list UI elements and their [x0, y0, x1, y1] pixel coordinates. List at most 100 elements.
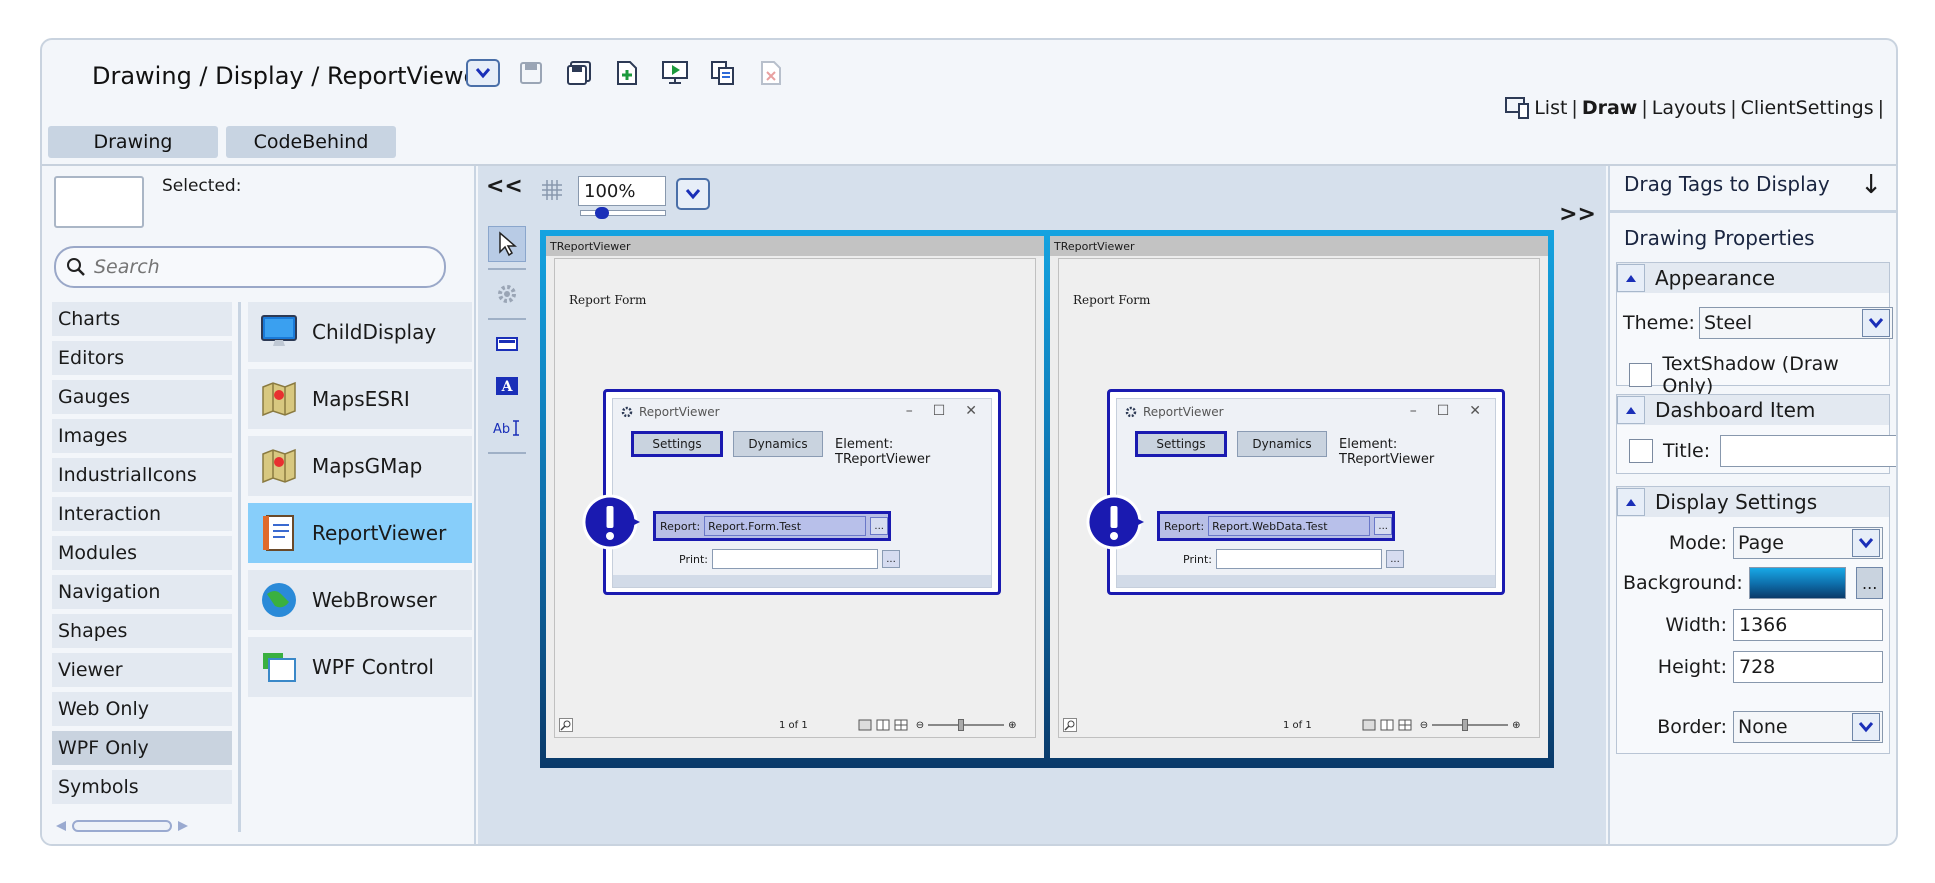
tab-codebehind[interactable]: CodeBehind	[226, 126, 396, 158]
report-input[interactable]: Report.Form.Test	[704, 516, 867, 536]
appearance-header[interactable]: Appearance	[1617, 263, 1889, 293]
save-button[interactable]	[514, 56, 548, 90]
settings-dialog[interactable]: ReportViewer – ☐ ✕ Settings Dynamics Ele…	[1086, 389, 1505, 595]
new-document-button[interactable]	[610, 56, 644, 90]
category-item[interactable]: Modules	[52, 536, 232, 570]
print-browse-button[interactable]: ...	[1386, 550, 1405, 568]
expand-right-button[interactable]: >>	[1559, 202, 1596, 227]
settings-dialog[interactable]: ReportViewer – ☐ ✕ Settings Dynamics Ele…	[582, 389, 1001, 595]
theme-select[interactable]: Steel	[1698, 307, 1893, 339]
print-input[interactable]	[712, 549, 879, 569]
background-swatch[interactable]	[1748, 567, 1847, 599]
report-browse-button[interactable]: ...	[870, 517, 888, 535]
report-viewer[interactable]: TReportViewer Report Form ReportViewer –	[546, 236, 1044, 758]
nav-layouts-link[interactable]: Layouts	[1652, 97, 1727, 119]
category-item[interactable]: Symbols	[52, 770, 232, 804]
minimize-icon[interactable]: –	[906, 403, 913, 419]
scroll-thumb[interactable]	[72, 820, 172, 832]
nav-draw-link[interactable]: Draw	[1582, 97, 1638, 119]
duplicate-button[interactable]	[706, 56, 740, 90]
collapse-dashboard-button[interactable]	[1617, 396, 1645, 424]
mode-dropdown[interactable]	[1852, 529, 1880, 557]
category-item[interactable]: Images	[52, 419, 232, 453]
title-input[interactable]	[1720, 435, 1896, 467]
category-item-selected[interactable]: WPF Only	[52, 731, 232, 765]
dashboard-header[interactable]: Dashboard Item	[1617, 395, 1889, 425]
maximize-icon[interactable]: ☐	[933, 403, 946, 419]
view-mode-icons[interactable]	[858, 719, 908, 731]
palette-splitter[interactable]	[238, 302, 241, 832]
settings-button[interactable]: Settings	[1135, 431, 1227, 457]
search-icon[interactable]	[1063, 718, 1077, 732]
search-icon[interactable]	[559, 718, 573, 732]
component-item[interactable]: WPF Control	[248, 637, 472, 697]
grid-icon[interactable]	[540, 178, 564, 202]
zoom-input[interactable]: 100%	[578, 176, 666, 206]
text-tool[interactable]: A	[488, 368, 526, 404]
save-all-button[interactable]	[562, 56, 596, 90]
category-item[interactable]: Navigation	[52, 575, 232, 609]
zoom-in-icon[interactable]: ⊕	[1008, 720, 1016, 731]
tab-drawing[interactable]: Drawing	[48, 126, 218, 158]
zoom-slider[interactable]	[580, 207, 666, 219]
viewer-zoom-track[interactable]	[928, 719, 1005, 731]
maximize-icon[interactable]: ☐	[1437, 403, 1450, 419]
border-select[interactable]: None	[1733, 711, 1883, 743]
close-icon[interactable]: ✕	[1469, 403, 1481, 419]
category-item[interactable]: Viewer	[52, 653, 232, 687]
zoom-dropdown-button[interactable]	[676, 178, 710, 210]
zoom-out-icon[interactable]: ⊖	[1420, 720, 1428, 731]
category-item[interactable]: IndustrialIcons	[52, 458, 232, 492]
component-item[interactable]: MapsGMap	[248, 436, 472, 496]
drag-tags-toggle[interactable]: ↓	[1860, 170, 1882, 200]
report-browse-button[interactable]: ...	[1374, 517, 1392, 535]
breadcrumb-dropdown-button[interactable]	[466, 59, 500, 87]
palette-scrollbar[interactable]	[54, 818, 214, 834]
component-item[interactable]: WebBrowser	[248, 570, 472, 630]
nav-list-link[interactable]: List	[1534, 97, 1567, 119]
category-item[interactable]: Web Only	[52, 692, 232, 726]
component-item[interactable]: ChildDisplay	[248, 302, 472, 362]
category-item[interactable]: Interaction	[52, 497, 232, 531]
component-item-selected[interactable]: ReportViewer	[248, 503, 472, 563]
viewer-zoom-slider[interactable]: ⊖ ⊕	[1420, 719, 1521, 731]
search-box[interactable]	[54, 246, 446, 288]
theme-dropdown[interactable]	[1861, 309, 1890, 337]
print-browse-button[interactable]: ...	[882, 550, 901, 568]
textshadow-checkbox[interactable]	[1629, 363, 1653, 387]
dynamics-button[interactable]: Dynamics	[733, 431, 823, 457]
textbox-tool[interactable]: Ab	[488, 410, 526, 446]
close-icon[interactable]: ✕	[965, 403, 977, 419]
view-mode-icons[interactable]	[1362, 719, 1412, 731]
height-input[interactable]: 728	[1733, 651, 1883, 683]
category-item[interactable]: Charts	[52, 302, 232, 336]
category-item[interactable]: Gauges	[52, 380, 232, 414]
title-checkbox[interactable]	[1629, 439, 1653, 463]
display-canvas[interactable]: TReportViewer Report Form ReportViewer –	[540, 230, 1554, 768]
rectangle-tool[interactable]	[488, 326, 526, 362]
background-picker-button[interactable]: ...	[1856, 567, 1883, 599]
zoom-slider-knob[interactable]	[595, 207, 609, 219]
collapse-display-settings-button[interactable]	[1617, 488, 1645, 516]
mode-select[interactable]: Page	[1733, 527, 1883, 559]
viewer-zoom-knob[interactable]	[958, 719, 965, 731]
nav-clientsettings-link[interactable]: ClientSettings	[1741, 97, 1874, 119]
collapse-appearance-button[interactable]	[1617, 264, 1645, 292]
border-dropdown[interactable]	[1852, 713, 1880, 741]
report-viewer[interactable]: TReportViewer Report Form ReportViewer –	[1050, 236, 1548, 758]
display-settings-header[interactable]: Display Settings	[1617, 487, 1889, 517]
width-input[interactable]: 1366	[1733, 609, 1883, 641]
zoom-in-icon[interactable]: ⊕	[1512, 720, 1520, 731]
collapse-left-button[interactable]: <<	[486, 174, 523, 199]
viewer-zoom-slider[interactable]: ⊖ ⊕	[916, 719, 1017, 731]
minimize-icon[interactable]: –	[1410, 403, 1417, 419]
print-input[interactable]	[1216, 549, 1383, 569]
dynamics-button[interactable]: Dynamics	[1237, 431, 1327, 457]
select-tool[interactable]	[488, 226, 526, 262]
settings-tool[interactable]	[488, 276, 526, 312]
report-input[interactable]: Report.WebData.Test	[1208, 516, 1371, 536]
run-display-button[interactable]	[658, 56, 692, 90]
component-item[interactable]: MapsESRI	[248, 369, 472, 429]
viewer-zoom-knob[interactable]	[1462, 719, 1469, 731]
panel-splitter[interactable]	[1610, 210, 1896, 213]
